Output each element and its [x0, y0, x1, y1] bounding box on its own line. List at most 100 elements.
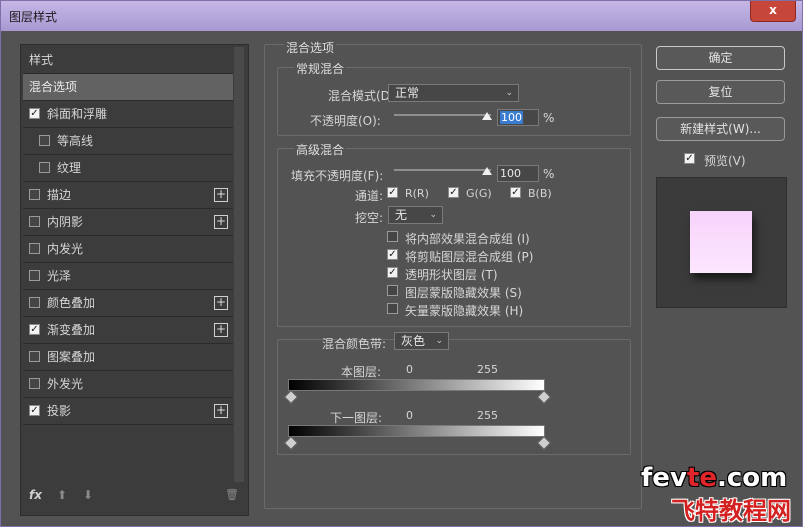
color-overlay-checkbox[interactable] [29, 297, 40, 308]
style-item-label: 内阴影 [47, 215, 84, 229]
title-bar[interactable]: 图层样式 x [1, 1, 802, 31]
style-item-label: 纹理 [57, 161, 82, 175]
style-item-label: 光泽 [47, 269, 72, 283]
advanced-blending-title: 高级混合 [294, 141, 347, 158]
inner-shadow-checkbox[interactable] [29, 216, 40, 227]
fill-opacity-slider[interactable] [394, 169, 491, 171]
fill-opacity-value: 100 [500, 167, 521, 180]
add-color-overlay-plus-icon[interactable]: + [214, 296, 228, 310]
site-watermark: fevte.com 飞特教程网 [641, 463, 801, 525]
pattern-overlay-checkbox[interactable] [29, 351, 40, 362]
chevron-down-icon: ⌄ [435, 336, 443, 346]
outer-glow-checkbox[interactable] [29, 378, 40, 389]
style-item-label: 斜面和浮雕 [47, 107, 108, 121]
style-item-bevel-emboss[interactable]: ✓ 斜面和浮雕 [23, 101, 233, 128]
opacity-input[interactable]: 100 [497, 109, 539, 126]
general-blending-title: 常规混合 [294, 60, 347, 77]
channel-g-label: G(G) [466, 187, 492, 200]
style-item-label: 投影 [47, 404, 72, 418]
styles-panel: 样式 混合选项 ✓ 斜面和浮雕 等高线 纹理 描边 + 内阴影 + 内发光 光泽 颜色… [20, 44, 249, 516]
style-item-stroke[interactable]: 描边 + [23, 182, 233, 209]
drop-shadow-checkbox[interactable]: ✓ [29, 405, 40, 416]
style-item-gradient-overlay[interactable]: ✓ 渐变叠加 + [23, 317, 233, 344]
inner-glow-checkbox[interactable] [29, 243, 40, 254]
add-stroke-plus-icon[interactable]: + [214, 188, 228, 202]
fill-opacity-slider-handle[interactable] [482, 167, 492, 175]
reset-button[interactable]: 复位 [656, 80, 785, 104]
fill-opacity-input[interactable]: 100 [497, 165, 539, 182]
style-item-inner-shadow[interactable]: 内阴影 + [23, 209, 233, 236]
preview-checkbox[interactable]: ✓ [684, 153, 695, 164]
new-style-button[interactable]: 新建样式(W)... [656, 117, 785, 141]
preview-swatch [690, 211, 752, 273]
transparency-shapes-layer-checkbox[interactable]: ✓ [387, 267, 398, 278]
satin-checkbox[interactable] [29, 270, 40, 281]
styles-header[interactable]: 样式 [23, 47, 233, 74]
add-gradient-overlay-plus-icon[interactable]: + [214, 323, 228, 337]
blend-interior-effects-checkbox[interactable] [387, 231, 398, 242]
window-title: 图层样式 [9, 10, 58, 24]
this-layer-min: 0 [406, 363, 413, 376]
underlying-layer-max: 255 [477, 409, 498, 422]
gradient-overlay-checkbox[interactable]: ✓ [29, 324, 40, 335]
underlying-layer-min: 0 [406, 409, 413, 422]
style-item-label: 颜色叠加 [47, 296, 96, 310]
fill-opacity-label: 填充不透明度(F): [291, 169, 384, 183]
style-item-label: 描边 [47, 188, 72, 202]
style-item-contour[interactable]: 等高线 [23, 128, 233, 155]
style-item-pattern-overlay[interactable]: 图案叠加 [23, 344, 233, 371]
fx-icon[interactable]: fx [29, 488, 42, 502]
blending-options-title: 混合选项 [284, 39, 337, 56]
knockout-value: 无 [395, 208, 408, 222]
styles-scrollbar[interactable] [234, 47, 244, 482]
style-item-outer-glow[interactable]: 外发光 [23, 371, 233, 398]
style-item-blending-options[interactable]: 混合选项 [23, 74, 233, 101]
opacity-percent: % [543, 111, 555, 125]
opacity-slider[interactable] [394, 114, 491, 116]
channels-label: 通道: [355, 189, 384, 203]
this-layer-gradient [288, 379, 545, 391]
style-item-label: 内发光 [47, 242, 84, 256]
channel-r-checkbox[interactable]: ✓ [387, 187, 398, 198]
add-inner-shadow-plus-icon[interactable]: + [214, 215, 228, 229]
opacity-label: 不透明度(O): [310, 114, 381, 128]
blend-mode-select[interactable]: 正常 ⌄ [388, 84, 519, 102]
style-item-satin[interactable]: 光泽 [23, 263, 233, 290]
texture-checkbox[interactable] [39, 162, 50, 173]
opacity-slider-handle[interactable] [482, 112, 492, 120]
blend-clipped-layers-checkbox[interactable]: ✓ [387, 249, 398, 260]
style-item-label: 等高线 [57, 134, 94, 148]
chevron-down-icon: ⌄ [505, 88, 513, 98]
layer-mask-hides-effects-checkbox[interactable] [387, 285, 398, 296]
move-up-icon[interactable]: ⬆ [57, 488, 67, 502]
close-button[interactable]: x [750, 1, 796, 22]
channel-b-checkbox[interactable]: ✓ [510, 187, 521, 198]
channel-r-label: R(R) [405, 187, 429, 200]
bevel-emboss-checkbox[interactable]: ✓ [29, 108, 40, 119]
vector-mask-hides-effects-checkbox[interactable] [387, 303, 398, 314]
style-item-color-overlay[interactable]: 颜色叠加 + [23, 290, 233, 317]
blend-if-select[interactable]: 灰色 ⌄ [394, 332, 449, 350]
layer-style-dialog: 图层样式 x 样式 混合选项 ✓ 斜面和浮雕 等高线 纹理 描边 + 内阴影 + 内发… [0, 0, 803, 527]
style-item-inner-glow[interactable]: 内发光 [23, 236, 233, 263]
watermark-domain: fevte.com [641, 463, 787, 493]
vector-mask-hides-effects-label: 矢量蒙版隐藏效果 (H) [405, 304, 524, 318]
style-item-drop-shadow[interactable]: ✓ 投影 + [23, 398, 233, 425]
ok-button[interactable]: 确定 [656, 46, 785, 70]
styles-header-label: 样式 [29, 53, 54, 67]
chevron-down-icon: ⌄ [429, 210, 437, 220]
blend-if-group [277, 339, 631, 455]
add-drop-shadow-plus-icon[interactable]: + [214, 404, 228, 418]
transparency-shapes-layer-label: 透明形状图层 (T) [405, 268, 498, 282]
move-down-icon[interactable]: ⬇ [83, 488, 93, 502]
styles-footer: fx ⬆ ⬇ 🗑 [27, 488, 241, 508]
channel-g-checkbox[interactable]: ✓ [448, 187, 459, 198]
trash-icon[interactable]: 🗑 [225, 488, 239, 501]
fill-opacity-percent: % [543, 167, 555, 181]
knockout-select[interactable]: 无 ⌄ [388, 206, 443, 224]
style-item-label: 混合选项 [29, 80, 78, 94]
style-item-texture[interactable]: 纹理 [23, 155, 233, 182]
stroke-checkbox[interactable] [29, 189, 40, 200]
contour-checkbox[interactable] [39, 135, 50, 146]
underlying-layer-label: 下一图层: [330, 411, 383, 425]
